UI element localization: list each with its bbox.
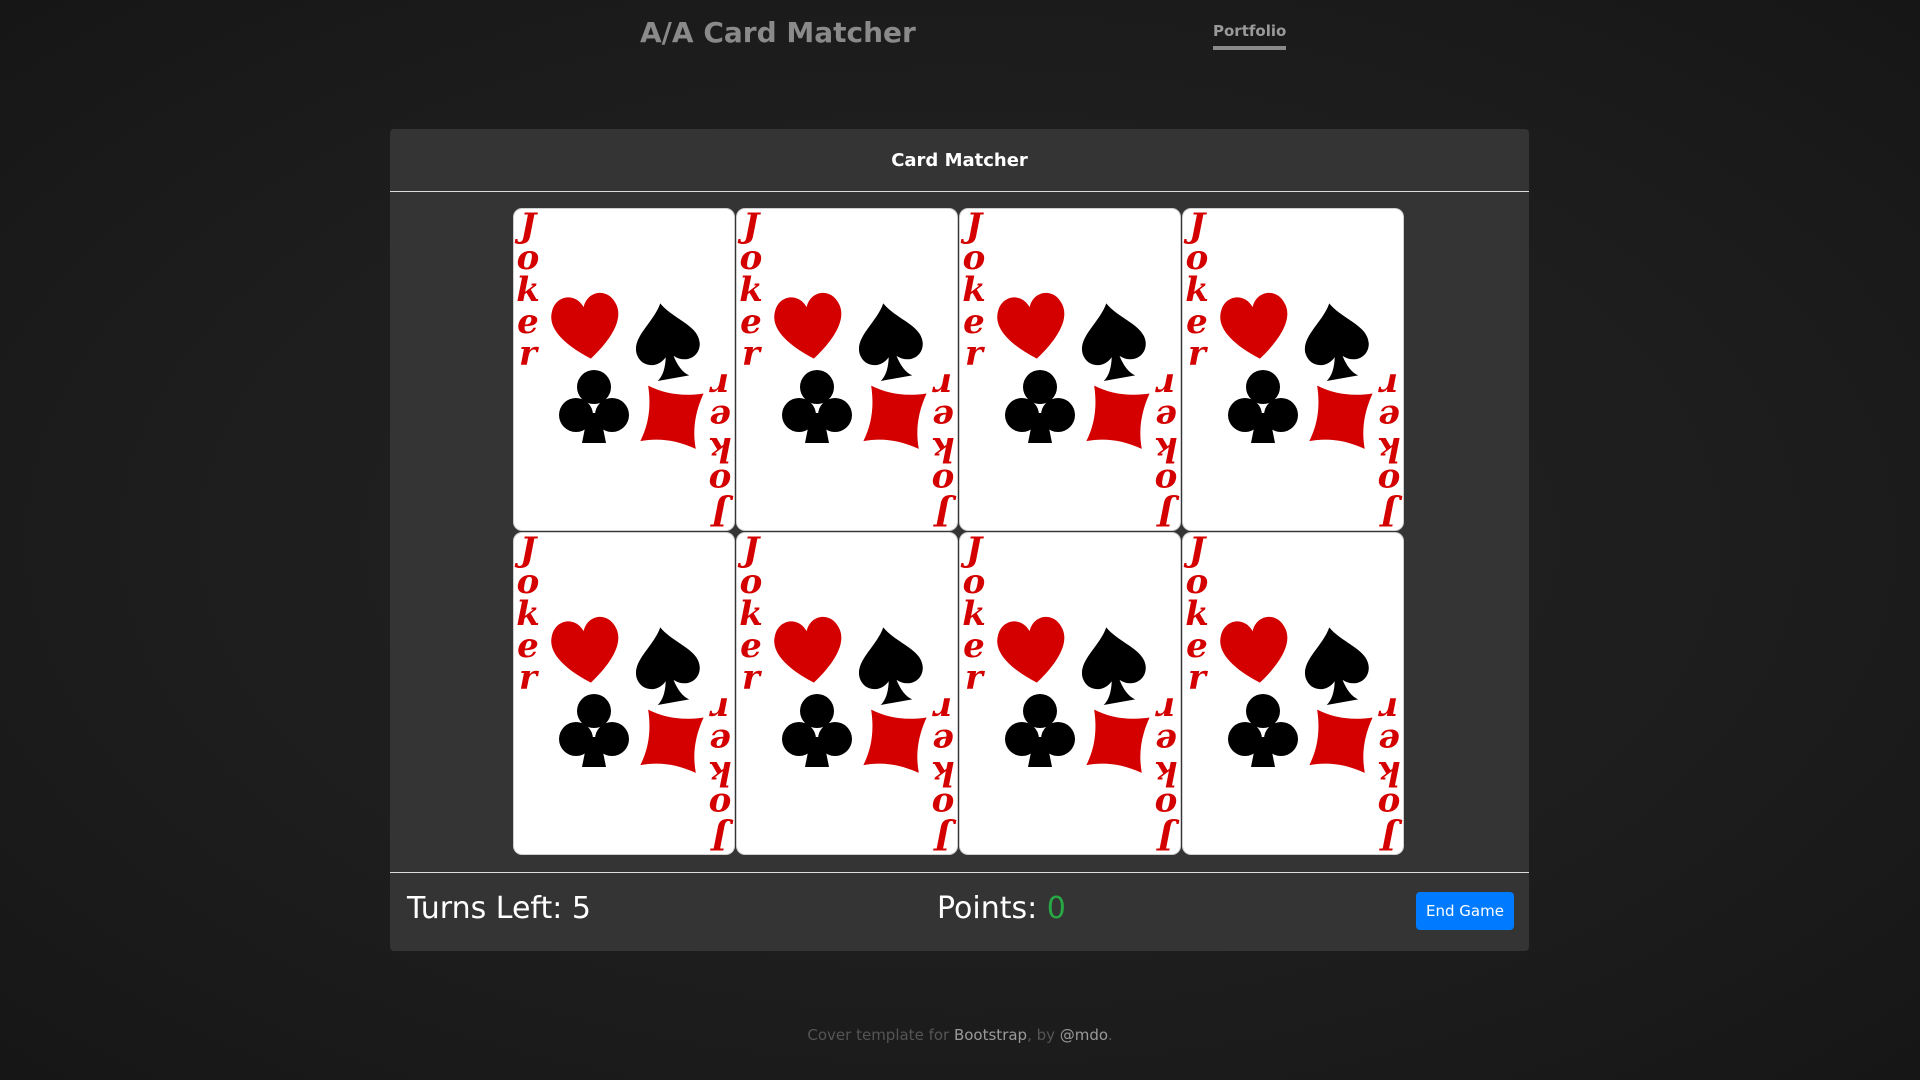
- joker-letter: r: [965, 658, 985, 698]
- joker-text-bottom: Joker: [708, 689, 734, 854]
- spade-icon: [1081, 627, 1146, 705]
- joker-card-face: Joker Joker: [960, 533, 1180, 854]
- club-icon: [559, 370, 629, 443]
- spade-icon: [858, 303, 923, 381]
- card-7[interactable]: Joker Joker: [960, 533, 1180, 854]
- diamond-icon: [640, 709, 704, 773]
- spade-icon: [1081, 303, 1146, 381]
- club-icon: [1005, 370, 1075, 443]
- svg-text:r: r: [932, 365, 952, 405]
- card-6[interactable]: Joker Joker: [737, 533, 957, 854]
- diamond-icon: [1086, 709, 1150, 773]
- joker-text-bottom: Joker: [708, 365, 734, 530]
- svg-text:r: r: [709, 365, 729, 405]
- card-2[interactable]: Joker Joker: [737, 209, 957, 530]
- card-grid: Joker Joker Joker Joker J o k e r J o k …: [514, 209, 1406, 855]
- heart-icon: [1220, 617, 1288, 683]
- heart-icon: [997, 293, 1065, 359]
- footer-text-before: Cover template for: [807, 1026, 954, 1044]
- joker-text-top: Joker: [514, 209, 540, 374]
- card-8[interactable]: Joker Joker: [1183, 533, 1403, 854]
- card-1[interactable]: Joker Joker: [514, 209, 734, 530]
- joker-text-top: Joker: [1183, 533, 1209, 698]
- panel-footer: Turns Left: 5 Points: 0 End Game: [390, 872, 1529, 952]
- points-display: Points: 0: [937, 891, 1066, 926]
- club-icon: [782, 694, 852, 767]
- joker-text-top: Joker: [1183, 209, 1209, 374]
- joker-letter: r: [1188, 334, 1208, 374]
- end-game-button[interactable]: End Game: [1416, 892, 1514, 930]
- joker-card-face: Joker Joker: [737, 533, 957, 854]
- mdo-link[interactable]: @mdo: [1060, 1026, 1108, 1044]
- diamond-icon: [1309, 709, 1373, 773]
- joker-text-top: Joker: [960, 533, 986, 698]
- svg-text:r: r: [932, 689, 952, 729]
- brand-title: A/A Card Matcher: [640, 16, 916, 49]
- card-5[interactable]: Joker Joker: [514, 533, 734, 854]
- diamond-icon: [1309, 385, 1373, 449]
- points-value: 0: [1046, 891, 1066, 926]
- heart-icon: [551, 293, 619, 359]
- joker-card-face: Joker Joker: [737, 209, 957, 530]
- masthead: A/A Card Matcher Portfolio: [0, 0, 1920, 70]
- svg-text:r: r: [1155, 365, 1175, 405]
- joker-text-bottom: Joker: [1377, 689, 1403, 854]
- club-icon: [1228, 370, 1298, 443]
- joker-letter: r: [519, 334, 539, 374]
- svg-text:r: r: [709, 689, 729, 729]
- spade-icon: [858, 627, 923, 705]
- club-icon: [1005, 694, 1075, 767]
- club-icon: [782, 370, 852, 443]
- joker-text-top: Joker: [514, 533, 540, 698]
- heart-icon: [1220, 293, 1288, 359]
- joker-text-bottom: Joker: [1154, 689, 1180, 854]
- joker-text-top: Joker: [737, 209, 763, 374]
- joker-text-top: Joker: [960, 209, 986, 374]
- diamond-icon: [640, 385, 704, 449]
- joker-text-top: Joker: [737, 533, 763, 698]
- heart-icon: [551, 617, 619, 683]
- heart-icon: [997, 617, 1065, 683]
- heart-icon: [774, 293, 842, 359]
- svg-text:r: r: [1378, 365, 1398, 405]
- joker-letter: r: [742, 334, 762, 374]
- site-footer: Cover template for Bootstrap, by @mdo.: [0, 1026, 1920, 1044]
- joker-text-bottom: Joker: [1154, 365, 1180, 530]
- footer-text-middle: , by: [1027, 1026, 1060, 1044]
- svg-text:r: r: [1155, 689, 1175, 729]
- footer-text-after: .: [1107, 1026, 1113, 1044]
- turns-left: Turns Left: 5: [407, 891, 591, 926]
- joker-card-face: Joker Joker: [1183, 533, 1403, 854]
- card-3[interactable]: Joker Joker: [960, 209, 1180, 530]
- diamond-icon: [863, 385, 927, 449]
- joker-card-face: Joker Joker: [514, 533, 734, 854]
- club-icon: [559, 694, 629, 767]
- nav-link-portfolio[interactable]: Portfolio: [1213, 22, 1287, 50]
- svg-text:r: r: [1378, 689, 1398, 729]
- spade-icon: [635, 627, 700, 705]
- spade-icon: [635, 303, 700, 381]
- card-4[interactable]: Joker Joker: [1183, 209, 1403, 530]
- panel-header: Card Matcher: [390, 129, 1529, 192]
- joker-card-face: Joker Joker: [514, 209, 734, 530]
- game-panel: Card Matcher Joker Joker Joker Joker J o…: [390, 129, 1529, 951]
- joker-letter: r: [519, 658, 539, 698]
- joker-letter: r: [742, 658, 762, 698]
- club-icon: [1228, 694, 1298, 767]
- spade-icon: [1304, 627, 1369, 705]
- joker-card-face: Joker Joker: [1183, 209, 1403, 530]
- diamond-icon: [1086, 385, 1150, 449]
- spade-icon: [1304, 303, 1369, 381]
- diamond-icon: [863, 709, 927, 773]
- joker-text-bottom: Joker: [1377, 365, 1403, 530]
- points-label: Points:: [937, 891, 1038, 926]
- joker-text-bottom: Joker: [931, 365, 957, 530]
- heart-icon: [774, 617, 842, 683]
- joker-text-bottom: Joker: [931, 689, 957, 854]
- joker-card-face: Joker Joker: [960, 209, 1180, 530]
- joker-letter: r: [965, 334, 985, 374]
- panel-title: Card Matcher: [891, 149, 1028, 171]
- joker-letter: r: [1188, 658, 1208, 698]
- bootstrap-link[interactable]: Bootstrap: [954, 1026, 1027, 1044]
